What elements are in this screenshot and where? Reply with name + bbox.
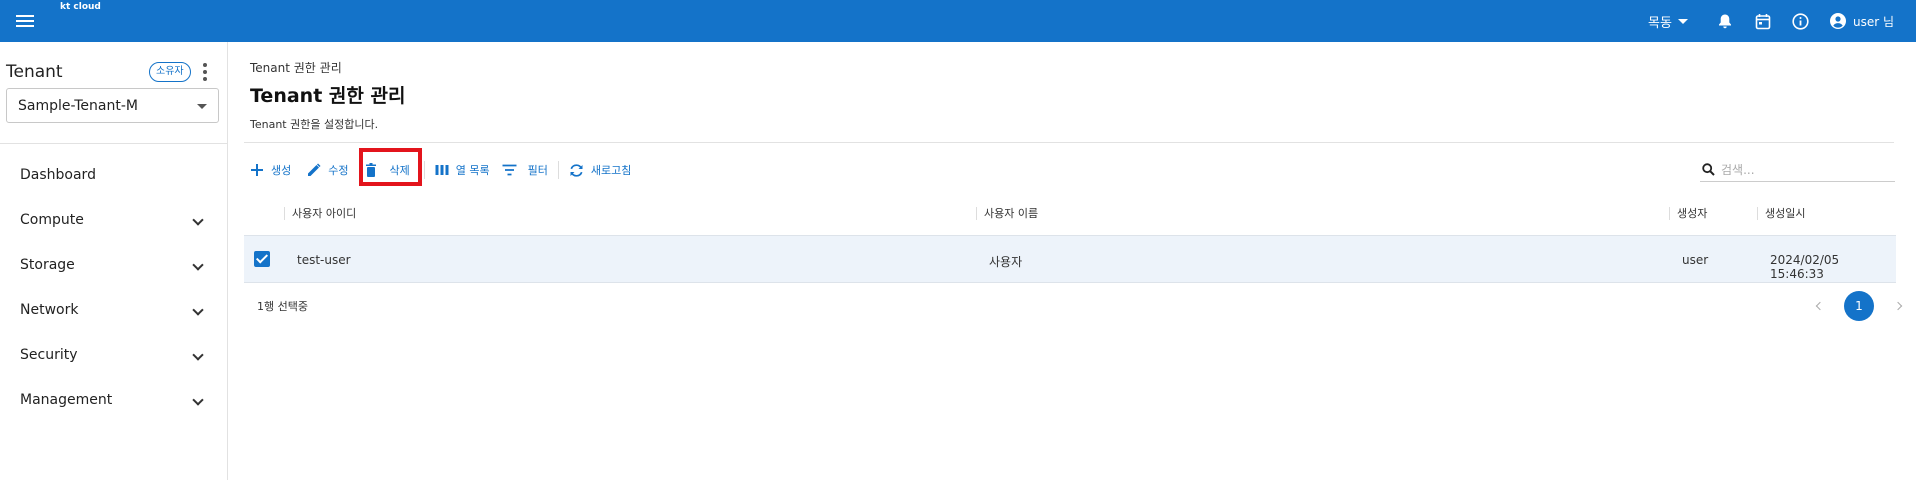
chevron-down-icon [192, 349, 204, 361]
sidebar: Tenant 소유자 Sample-Tenant-M Dashboard Com… [0, 42, 228, 480]
create-button[interactable]: 생성 [250, 162, 291, 178]
main-content: Tenant 권한 관리 Tenant 권한 관리 Tenant 권한을 설정합… [229, 42, 1916, 480]
plus-icon [251, 164, 263, 176]
sidebar-item-security[interactable]: Security [0, 333, 228, 378]
app-logo[interactable]: kt cloud CLOUD SDDC [56, 2, 443, 66]
search-input[interactable] [1721, 162, 1881, 177]
edit-label: 수정 [328, 164, 349, 177]
filter-label: 필터 [527, 164, 548, 177]
chevron-down-icon [192, 394, 204, 406]
table-row[interactable]: test-user 사용자 user 2024/02/05 15:46:33 [244, 236, 1896, 283]
selected-count: 1행 선택중 [257, 300, 308, 313]
sidebar-item-dashboard[interactable]: Dashboard [0, 153, 228, 198]
user-menu[interactable]: user 님 [1829, 13, 1894, 30]
refresh-button[interactable]: 새로고침 [569, 162, 631, 178]
page-number-button[interactable]: 1 [1844, 291, 1874, 321]
breadcrumb: Tenant 권한 관리 [250, 61, 342, 75]
tenant-title: Tenant [6, 62, 63, 82]
caret-down-icon [197, 104, 207, 109]
sidebar-item-management[interactable]: Management [0, 378, 228, 423]
sidebar-item-label: Compute [20, 212, 84, 228]
page-title: Tenant 권한 관리 [250, 85, 406, 107]
filter-icon [502, 164, 517, 176]
column-header-creator[interactable]: 생성자 [1669, 207, 1707, 220]
column-header-created-at[interactable]: 생성일시 [1757, 207, 1805, 220]
chevron-down-icon [192, 259, 204, 271]
more-vert-icon[interactable] [203, 63, 209, 81]
sidebar-item-label: Network [20, 302, 79, 318]
search-icon [1702, 163, 1715, 176]
column-header-user-id[interactable]: 사용자 아이디 [284, 207, 356, 220]
owner-badge: 소유자 [149, 62, 191, 82]
toolbar-separator [557, 161, 559, 179]
sidebar-nav: Dashboard Compute Storage Network Securi… [0, 143, 228, 423]
tenant-select[interactable]: Sample-Tenant-M [6, 88, 219, 123]
prev-page-button[interactable] [1806, 292, 1834, 320]
logo-small-text: kt cloud [60, 2, 101, 12]
sidebar-item-compute[interactable]: Compute [0, 198, 228, 243]
columns-button[interactable]: 열 목록 [435, 162, 490, 178]
page-description: Tenant 권한을 설정합니다. [250, 118, 379, 131]
create-label: 생성 [271, 164, 292, 177]
tenant-header: Tenant 소유자 [6, 60, 216, 84]
pagination: 1 [1806, 291, 1912, 321]
toolbar-separator [423, 161, 425, 179]
chevron-right-icon [1893, 301, 1903, 311]
row-checkbox[interactable] [254, 251, 270, 267]
top-bar: kt cloud CLOUD SDDC 목동 user 님 [0, 0, 1916, 66]
account-circle-icon [1829, 13, 1846, 29]
refresh-icon [570, 163, 583, 177]
chevron-down-icon [192, 214, 204, 226]
column-header-user-name[interactable]: 사용자 이름 [976, 207, 1038, 220]
next-page-button[interactable] [1884, 292, 1912, 320]
calendar-icon[interactable] [1754, 12, 1772, 30]
content-divider [244, 142, 1894, 143]
refresh-label: 새로고침 [590, 164, 632, 177]
toolbar: 생성 수정 삭제 열 목록 필터 새로고침 [250, 158, 631, 182]
user-label: user 님 [1852, 14, 1894, 29]
sidebar-item-network[interactable]: Network [0, 288, 228, 333]
sidebar-item-storage[interactable]: Storage [0, 243, 228, 288]
columns-label: 열 목록 [455, 164, 490, 177]
chevron-down-icon [192, 304, 204, 316]
cell-user-name: 사용자 [989, 255, 1023, 269]
caret-down-icon [1677, 18, 1688, 24]
tenant-select-value: Sample-Tenant-M [18, 98, 138, 114]
sidebar-item-label: Management [20, 392, 113, 408]
edit-button[interactable]: 수정 [307, 162, 349, 178]
data-table: 사용자 아이디 사용자 이름 생성자 생성일시 test-user 사용자 us… [244, 192, 1896, 283]
menu-icon[interactable] [16, 12, 34, 30]
table-header: 사용자 아이디 사용자 이름 생성자 생성일시 [244, 192, 1896, 236]
search-box[interactable] [1700, 158, 1895, 182]
filter-button[interactable]: 필터 [502, 162, 548, 178]
delete-button-highlight [359, 148, 422, 186]
view-column-icon [435, 165, 449, 175]
cell-user-id: test-user [297, 253, 351, 267]
region-selector[interactable]: 목동 [1648, 12, 1688, 31]
region-label: 목동 [1648, 15, 1672, 31]
sidebar-item-label: Storage [20, 257, 75, 273]
sidebar-item-label: Dashboard [20, 167, 96, 183]
chevron-left-icon [1815, 301, 1825, 311]
cell-created-at: 2024/02/05 15:46:33 [1770, 253, 1840, 281]
info-icon[interactable] [1792, 12, 1810, 30]
bell-icon[interactable] [1716, 12, 1734, 30]
sidebar-item-label: Security [20, 347, 78, 363]
cell-creator: user [1682, 253, 1709, 267]
pencil-icon [308, 163, 321, 176]
